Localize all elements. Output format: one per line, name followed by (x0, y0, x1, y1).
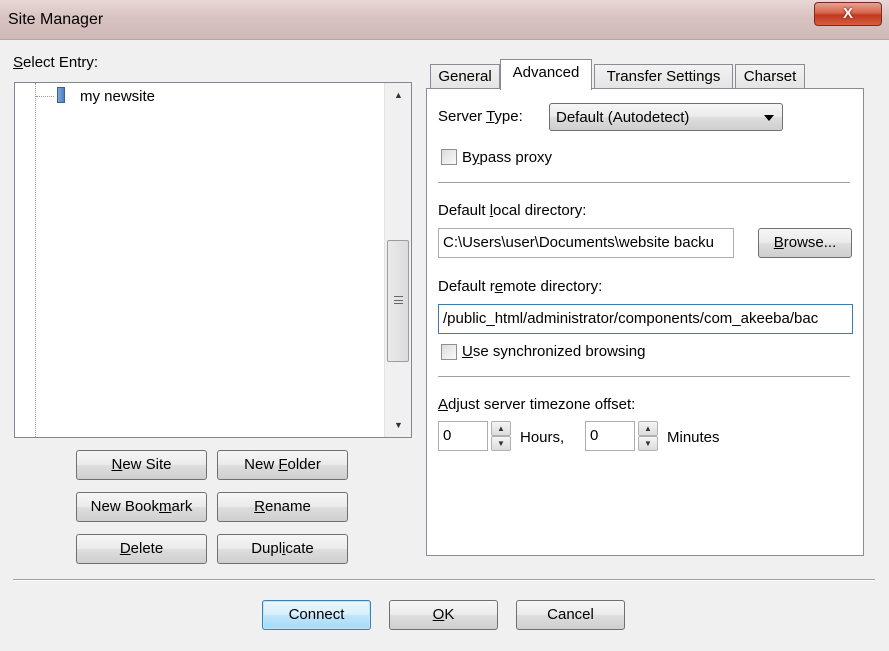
bypass-proxy-checkbox[interactable] (441, 149, 457, 165)
tree-branch-line (36, 96, 54, 97)
grip-icon (394, 296, 403, 304)
spin-up-icon[interactable]: ▲ (638, 421, 658, 436)
tab-charset[interactable]: Charset (735, 64, 805, 90)
server-type-select[interactable]: Default (Autodetect) (549, 103, 783, 131)
spin-up-icon[interactable]: ▲ (491, 421, 511, 436)
tree-scrollbar[interactable]: ▲ ▼ (384, 83, 411, 437)
timezone-offset-label: Adjust server timezone offset: (438, 396, 636, 413)
minutes-spinner[interactable]: ▲ ▼ (638, 421, 658, 451)
tab-general[interactable]: General (430, 64, 500, 90)
site-tree[interactable]: my newsite ▲ ▼ (14, 82, 412, 438)
default-remote-directory-input[interactable]: /public_html/administrator/components/co… (438, 304, 853, 334)
scroll-thumb[interactable] (387, 240, 409, 362)
spin-down-icon[interactable]: ▼ (638, 436, 658, 451)
select-entry-label: Select Entry: (13, 54, 99, 71)
default-remote-directory-label: Default remote directory: (438, 278, 603, 295)
default-local-directory-input[interactable]: C:\Users\user\Documents\website backu (438, 228, 734, 258)
default-local-directory-label: Default local directory: (438, 202, 587, 219)
scroll-down-arrow-icon[interactable]: ▼ (385, 415, 412, 435)
duplicate-button[interactable]: Duplicate (217, 534, 348, 564)
ok-button[interactable]: OK (389, 600, 498, 630)
separator (438, 376, 850, 377)
dialog-body: Select Entry: my newsite ▲ ▼ New Site Ne… (5, 40, 883, 645)
delete-button[interactable]: Delete (76, 534, 207, 564)
close-button[interactable]: X (814, 2, 882, 26)
window-title: Site Manager (8, 11, 104, 28)
close-icon: X (842, 5, 853, 22)
spin-down-icon[interactable]: ▼ (491, 436, 511, 451)
hours-label: Hours, (520, 429, 565, 446)
footer-separator (13, 579, 875, 581)
minutes-input[interactable]: 0 (585, 421, 635, 451)
connect-button[interactable]: Connect (262, 600, 371, 630)
new-bookmark-button[interactable]: New Bookmark (76, 492, 207, 522)
rename-button[interactable]: Rename (217, 492, 348, 522)
tab-advanced[interactable]: Advanced (500, 59, 592, 90)
title-bar: Site Manager X (0, 0, 889, 40)
bypass-proxy-label[interactable]: Bypass proxy (462, 149, 552, 166)
server-icon (57, 87, 65, 103)
minutes-label: Minutes (667, 429, 720, 446)
server-type-label: Server Type: (438, 108, 523, 125)
separator (438, 182, 850, 183)
hours-input[interactable]: 0 (438, 421, 488, 451)
scroll-up-arrow-icon[interactable]: ▲ (385, 85, 412, 105)
dropdown-arrow-icon (764, 115, 774, 121)
tree-guide-line (35, 83, 36, 437)
browse-button[interactable]: Browse... (758, 228, 852, 258)
tab-transfer-settings[interactable]: Transfer Settings (594, 64, 733, 90)
synchronized-browsing-label[interactable]: Use synchronized browsing (462, 343, 645, 360)
server-type-value: Default (Autodetect) (556, 109, 690, 126)
synchronized-browsing-checkbox[interactable] (441, 344, 457, 360)
new-folder-button[interactable]: New Folder (217, 450, 348, 480)
tree-item-my-newsite[interactable]: my newsite (80, 88, 155, 105)
hours-spinner[interactable]: ▲ ▼ (491, 421, 511, 451)
new-site-button[interactable]: New Site (76, 450, 207, 480)
cancel-button[interactable]: Cancel (516, 600, 625, 630)
